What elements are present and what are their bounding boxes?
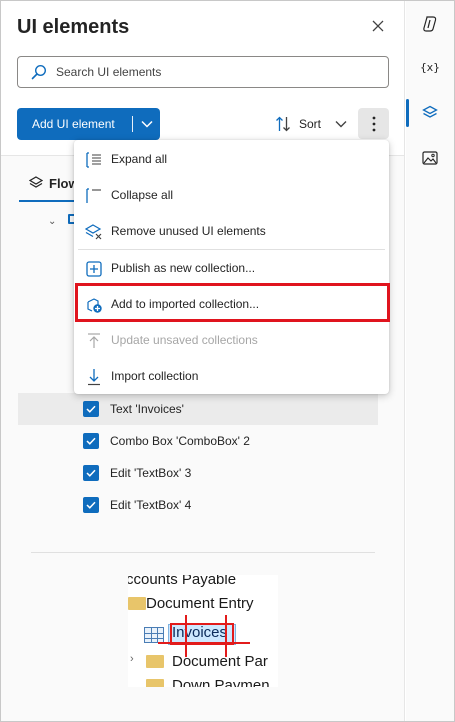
menu-item-publish-collection[interactable]: Publish as new collection...	[74, 250, 389, 286]
publish-collection-icon	[86, 261, 102, 277]
list-item-label: Text 'Invoices'	[110, 402, 184, 416]
chevron-down-icon	[335, 121, 347, 128]
add-dropdown-button[interactable]	[133, 120, 160, 128]
list-item-label: Edit 'TextBox' 3	[110, 466, 192, 480]
sort-icon	[276, 116, 290, 132]
layers-icon	[29, 176, 43, 188]
menu-item-label: Update unsaved collections	[111, 333, 258, 347]
search-box[interactable]	[17, 56, 389, 88]
menu-item-import-collection[interactable]: Import collection	[74, 358, 389, 394]
list-item[interactable]: Edit 'TextBox' 3	[18, 457, 378, 489]
split-divider	[132, 116, 133, 132]
search-input[interactable]	[56, 65, 356, 79]
folder-icon	[128, 597, 146, 610]
menu-item-label: Add to imported collection...	[111, 297, 260, 311]
close-icon	[372, 20, 384, 32]
menu-item-label: Import collection	[111, 369, 199, 383]
add-ui-element-label: Add UI element	[32, 117, 115, 131]
preview-text: ccounts Payable	[128, 575, 237, 588]
sort-button[interactable]: Sort	[275, 110, 353, 138]
menu-item-collapse-all[interactable]: Collapse all	[74, 177, 389, 213]
list-item[interactable]: Combo Box 'ComboBox' 2	[18, 425, 378, 457]
menu-item-label: Collapse all	[111, 188, 174, 202]
chevron-down-icon	[140, 120, 153, 128]
checkmark-icon	[86, 469, 96, 477]
layers-icon	[422, 105, 438, 118]
checkbox[interactable]	[83, 497, 99, 513]
more-options-menu: Expand all Collapse all Remove unused UI…	[74, 140, 389, 394]
checkmark-icon	[86, 437, 96, 445]
list-item[interactable]: Text 'Invoices'	[18, 393, 378, 425]
menu-item-expand-all[interactable]: Expand all	[74, 141, 389, 177]
list-item-label: Edit 'TextBox' 4	[110, 498, 192, 512]
menu-item-remove-unused[interactable]: Remove unused UI elements	[74, 213, 389, 249]
folder-icon	[146, 655, 164, 668]
preview-text: Document Entry	[146, 595, 254, 612]
list-item[interactable]: Edit 'TextBox' 4	[18, 489, 378, 521]
preview-text: Down Paymen	[172, 677, 270, 687]
collapse-all-icon	[86, 188, 101, 203]
more-options-button[interactable]	[358, 108, 389, 139]
menu-item-label: Expand all	[111, 152, 168, 166]
folder-icon	[146, 679, 164, 687]
image-icon	[422, 151, 438, 165]
checkmark-icon	[86, 501, 96, 509]
preview-text: Document Par	[172, 653, 268, 670]
variables-icon: {x}	[420, 60, 440, 74]
menu-item-label: Remove unused UI elements	[111, 224, 266, 238]
add-ui-element-button[interactable]: Add UI element	[17, 108, 160, 140]
update-collection-icon	[88, 333, 100, 348]
rail-variables-button[interactable]: {x}	[406, 47, 454, 87]
right-rail: {x}	[406, 1, 454, 721]
checkbox[interactable]	[83, 433, 99, 449]
menu-item-add-to-collection[interactable]: Add to imported collection...	[74, 286, 389, 322]
expand-all-icon	[86, 152, 101, 168]
table-icon	[144, 627, 164, 643]
copilot-icon	[423, 16, 437, 32]
list-item-label: Combo Box 'ComboBox' 2	[110, 434, 250, 448]
tree-expand-glyph: ›	[130, 653, 134, 665]
rail-copilot-button[interactable]	[406, 4, 454, 44]
preview-divider	[31, 552, 375, 553]
rail-images-button[interactable]	[406, 138, 454, 178]
close-button[interactable]	[367, 15, 389, 37]
preview-target-line	[225, 615, 227, 657]
element-screenshot-preview: ccounts Payable Document Entry Invoices …	[128, 575, 278, 687]
rail-ui-elements-button[interactable]	[406, 93, 454, 133]
more-vertical-icon	[372, 116, 375, 131]
ui-elements-list: Text 'Invoices' Combo Box 'ComboBox' 2 E…	[18, 393, 378, 521]
preview-target-line	[185, 615, 187, 657]
panel-title: UI elements	[17, 16, 130, 38]
import-collection-icon	[88, 369, 100, 386]
preview-target-line	[158, 642, 250, 644]
add-to-collection-icon	[87, 298, 102, 313]
checkbox[interactable]	[83, 401, 99, 417]
remove-unused-icon	[85, 224, 102, 240]
menu-item-update-unsaved: Update unsaved collections	[74, 322, 389, 358]
checkmark-icon	[86, 405, 96, 413]
sort-label: Sort	[299, 117, 322, 131]
tree-expand-icon[interactable]: ⌄	[48, 216, 56, 227]
menu-item-label: Publish as new collection...	[111, 261, 256, 275]
search-icon	[31, 64, 47, 80]
checkbox[interactable]	[83, 465, 99, 481]
